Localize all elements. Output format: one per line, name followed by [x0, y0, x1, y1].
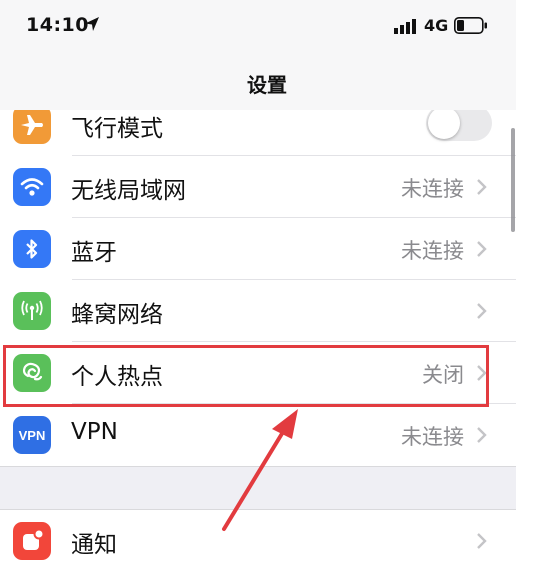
notifications-icon [13, 522, 51, 560]
chevron-right-icon [477, 303, 487, 319]
annotation-arrow-icon [222, 409, 298, 531]
airplane-icon [13, 110, 51, 144]
bluetooth-icon [13, 230, 51, 268]
vpn-icon: VPN [13, 416, 51, 454]
settings-row-airplane-mode[interactable]: 飞行模式 [0, 110, 516, 156]
settings-row-cellular[interactable]: 蜂窝网络 [0, 280, 516, 342]
settings-row-wifi[interactable]: 无线局域网 未连接 [0, 156, 516, 218]
wifi-icon [13, 168, 51, 206]
toggle-knob [428, 110, 460, 139]
settings-row-label: 通知 [71, 532, 117, 558]
battery-icon [454, 17, 487, 34]
airplane-mode-toggle[interactable] [426, 110, 492, 141]
status-bar: 14:10 4G [0, 0, 534, 52]
settings-row-value: 未连接 [401, 425, 464, 449]
network-type: 4G [424, 16, 449, 35]
settings-row-bluetooth[interactable]: 蓝牙 未连接 [0, 218, 516, 280]
chevron-right-icon [477, 179, 487, 195]
settings-row-label: 无线局域网 [71, 178, 186, 204]
settings-row-value: 未连接 [401, 239, 464, 263]
nav-bar: 设置 [0, 52, 534, 111]
settings-row-label: 飞行模式 [71, 116, 163, 142]
vpn-icon-text: VPN [18, 427, 46, 443]
scroll-indicator[interactable] [511, 128, 515, 232]
settings-row-label: 蓝牙 [71, 240, 117, 266]
settings-row-label: VPN [71, 419, 118, 445]
chevron-right-icon [477, 427, 487, 443]
page-title: 设置 [247, 73, 287, 97]
status-time: 14:10 [26, 14, 89, 36]
signal-bars-icon [394, 19, 416, 34]
settings-row-value: 未连接 [401, 177, 464, 201]
annotation-highlight-box [3, 345, 489, 407]
settings-row-label: 蜂窝网络 [71, 302, 163, 328]
chevron-right-icon [477, 241, 487, 257]
chevron-right-icon [477, 533, 487, 549]
screenshot-margin [516, 0, 534, 570]
cellular-antenna-icon [13, 292, 51, 330]
location-arrow-icon [85, 17, 99, 31]
